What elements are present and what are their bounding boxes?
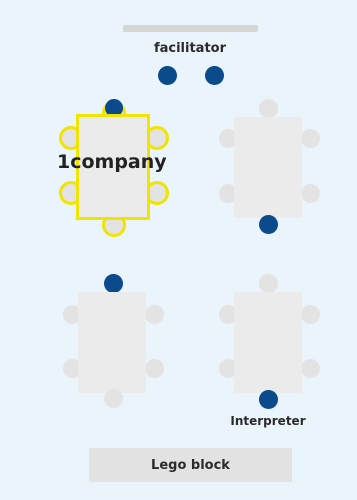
- seat-g4-right-bottom: [301, 359, 320, 378]
- seat-g3-right-top: [145, 305, 164, 324]
- facilitator-seat-left: [158, 66, 177, 85]
- table-g3: [78, 292, 146, 393]
- interpreter-label: Interpreter: [230, 414, 306, 428]
- person-g3-top: [104, 274, 123, 293]
- group-1-label: 1company: [57, 151, 167, 173]
- lego-block-label: Lego block: [151, 457, 230, 473]
- facilitator-label: facilitator: [153, 41, 227, 56]
- seat-g3-right-bottom: [145, 359, 164, 378]
- facilitator-seat-right: [205, 66, 224, 85]
- table-g4: [234, 292, 302, 393]
- person-g2-bottom: [259, 215, 278, 234]
- table-g2: [234, 117, 302, 218]
- stage-bar: [123, 25, 258, 32]
- seat-g2-top: [259, 99, 278, 118]
- seat-g2-right-top: [301, 129, 320, 148]
- seat-g2-right-bottom: [301, 184, 320, 203]
- seat-g4-top: [259, 274, 278, 293]
- seat-g3-bottom: [104, 389, 123, 408]
- seat-g4-right-top: [301, 305, 320, 324]
- person-g4-interpreter: [259, 390, 278, 409]
- lego-block[interactable]: Lego block: [89, 448, 292, 482]
